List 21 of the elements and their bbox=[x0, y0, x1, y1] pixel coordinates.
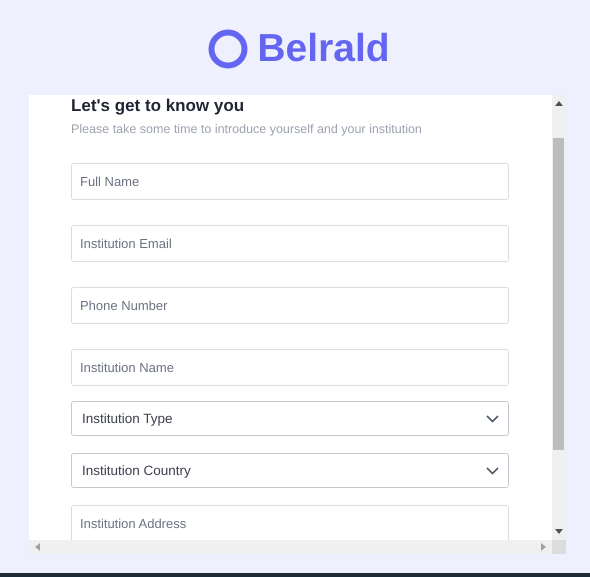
input-field[interactable]: Institution Name bbox=[71, 349, 509, 386]
dropdown-field[interactable]: Institution Country bbox=[71, 453, 509, 488]
scroll-down-icon[interactable] bbox=[555, 529, 563, 534]
chevron-down-icon bbox=[486, 466, 499, 474]
vertical-scrollbar[interactable] bbox=[552, 95, 566, 540]
input-field[interactable]: Phone Number bbox=[71, 287, 509, 324]
input-field[interactable]: Full Name bbox=[71, 163, 509, 200]
chevron-down-icon bbox=[486, 414, 499, 422]
input-field[interactable]: Institution Address bbox=[71, 505, 509, 540]
scroll-left-icon[interactable] bbox=[35, 543, 40, 551]
horizontal-scrollbar[interactable] bbox=[29, 540, 552, 554]
brand-name: Belrald bbox=[257, 29, 390, 68]
input-field[interactable]: Institution Email bbox=[71, 225, 509, 262]
form-heading: Let's get to know you bbox=[71, 96, 246, 116]
dropdown-field[interactable]: Institution Type bbox=[71, 401, 509, 436]
scroll-right-icon[interactable] bbox=[541, 543, 546, 551]
scrollbar-thumb[interactable] bbox=[553, 138, 564, 450]
scroll-up-icon[interactable] bbox=[555, 101, 563, 106]
scrollbar-corner bbox=[552, 540, 566, 554]
form-subtitle: Please take some time to introduce yourself and your institution bbox=[71, 121, 423, 137]
ring-logo-icon bbox=[208, 28, 248, 68]
